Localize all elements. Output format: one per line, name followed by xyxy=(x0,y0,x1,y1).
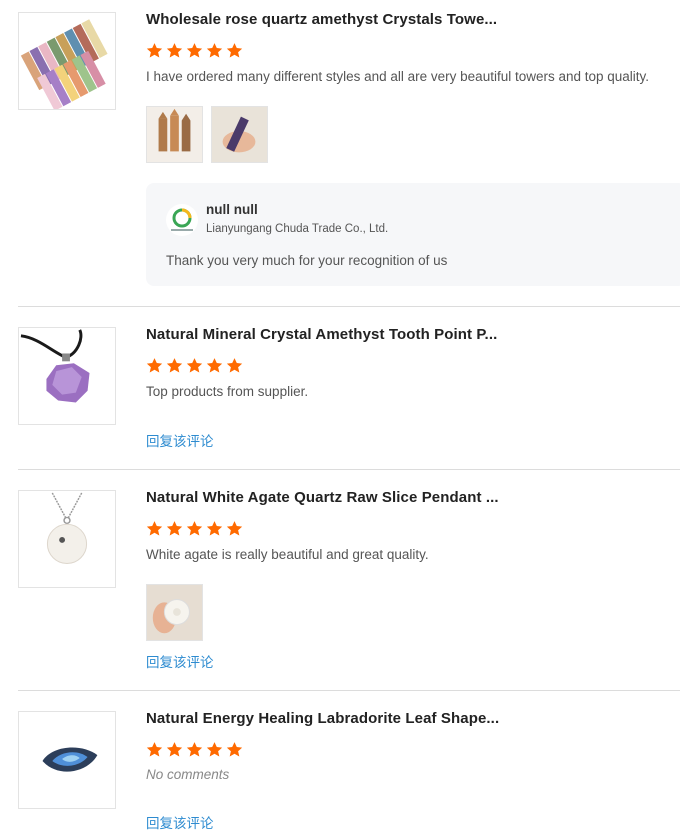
divider xyxy=(18,306,680,307)
review-photo[interactable] xyxy=(146,584,203,641)
review-photo[interactable] xyxy=(146,106,203,163)
product-title[interactable]: Natural Mineral Crystal Amethyst Tooth P… xyxy=(146,326,497,343)
divider xyxy=(18,469,680,470)
star-icon xyxy=(186,521,203,536)
star-icon xyxy=(226,358,243,373)
product-thumbnail[interactable] xyxy=(18,12,116,110)
product-thumbnail[interactable] xyxy=(18,327,116,425)
star-icon xyxy=(206,43,223,58)
star-icon xyxy=(146,43,163,58)
star-icon xyxy=(146,742,163,757)
star-icon xyxy=(206,521,223,536)
star-icon xyxy=(206,358,223,373)
review-comment: Top products from supplier. xyxy=(146,384,309,399)
seller-reply-box: null null Lianyungang Chuda Trade Co., L… xyxy=(146,183,680,286)
review-photo[interactable] xyxy=(211,106,268,163)
star-icon xyxy=(226,742,243,757)
star-icon xyxy=(166,521,183,536)
divider xyxy=(18,690,680,691)
reply-link[interactable]: 回复该评论 xyxy=(146,651,214,671)
product-title[interactable]: Wholesale rose quartz amethyst Crystals … xyxy=(146,11,497,28)
star-icon xyxy=(186,43,203,58)
review-comment: No comments xyxy=(146,767,230,782)
product-thumbnail[interactable] xyxy=(18,711,116,809)
star-icon xyxy=(146,521,163,536)
review-photos xyxy=(146,106,268,163)
star-icon xyxy=(166,742,183,757)
review-comment: I have ordered many different styles and… xyxy=(146,69,650,84)
product-thumbnail[interactable] xyxy=(18,490,116,588)
star-icon xyxy=(186,742,203,757)
star-icon xyxy=(146,358,163,373)
rating-stars xyxy=(146,357,243,374)
review-comment: White agate is really beautiful and grea… xyxy=(146,547,429,562)
seller-name: null null xyxy=(206,202,258,217)
star-icon xyxy=(226,521,243,536)
star-icon xyxy=(166,358,183,373)
seller-reply-text: Thank you very much for your recognition… xyxy=(166,253,448,268)
star-icon xyxy=(226,43,243,58)
product-title[interactable]: Natural Energy Healing Labradorite Leaf … xyxy=(146,710,499,727)
review-photos xyxy=(146,584,203,641)
star-icon xyxy=(186,358,203,373)
rating-stars xyxy=(146,520,243,537)
reply-link[interactable]: 回复该评论 xyxy=(146,430,214,450)
reply-link[interactable]: 回复该评论 xyxy=(146,812,214,832)
star-icon xyxy=(206,742,223,757)
star-icon xyxy=(166,43,183,58)
seller-company[interactable]: Lianyungang Chuda Trade Co., Ltd. xyxy=(206,223,388,235)
rating-stars xyxy=(146,741,243,758)
rating-stars xyxy=(146,42,243,59)
seller-logo xyxy=(166,204,198,236)
product-title[interactable]: Natural White Agate Quartz Raw Slice Pen… xyxy=(146,489,499,506)
